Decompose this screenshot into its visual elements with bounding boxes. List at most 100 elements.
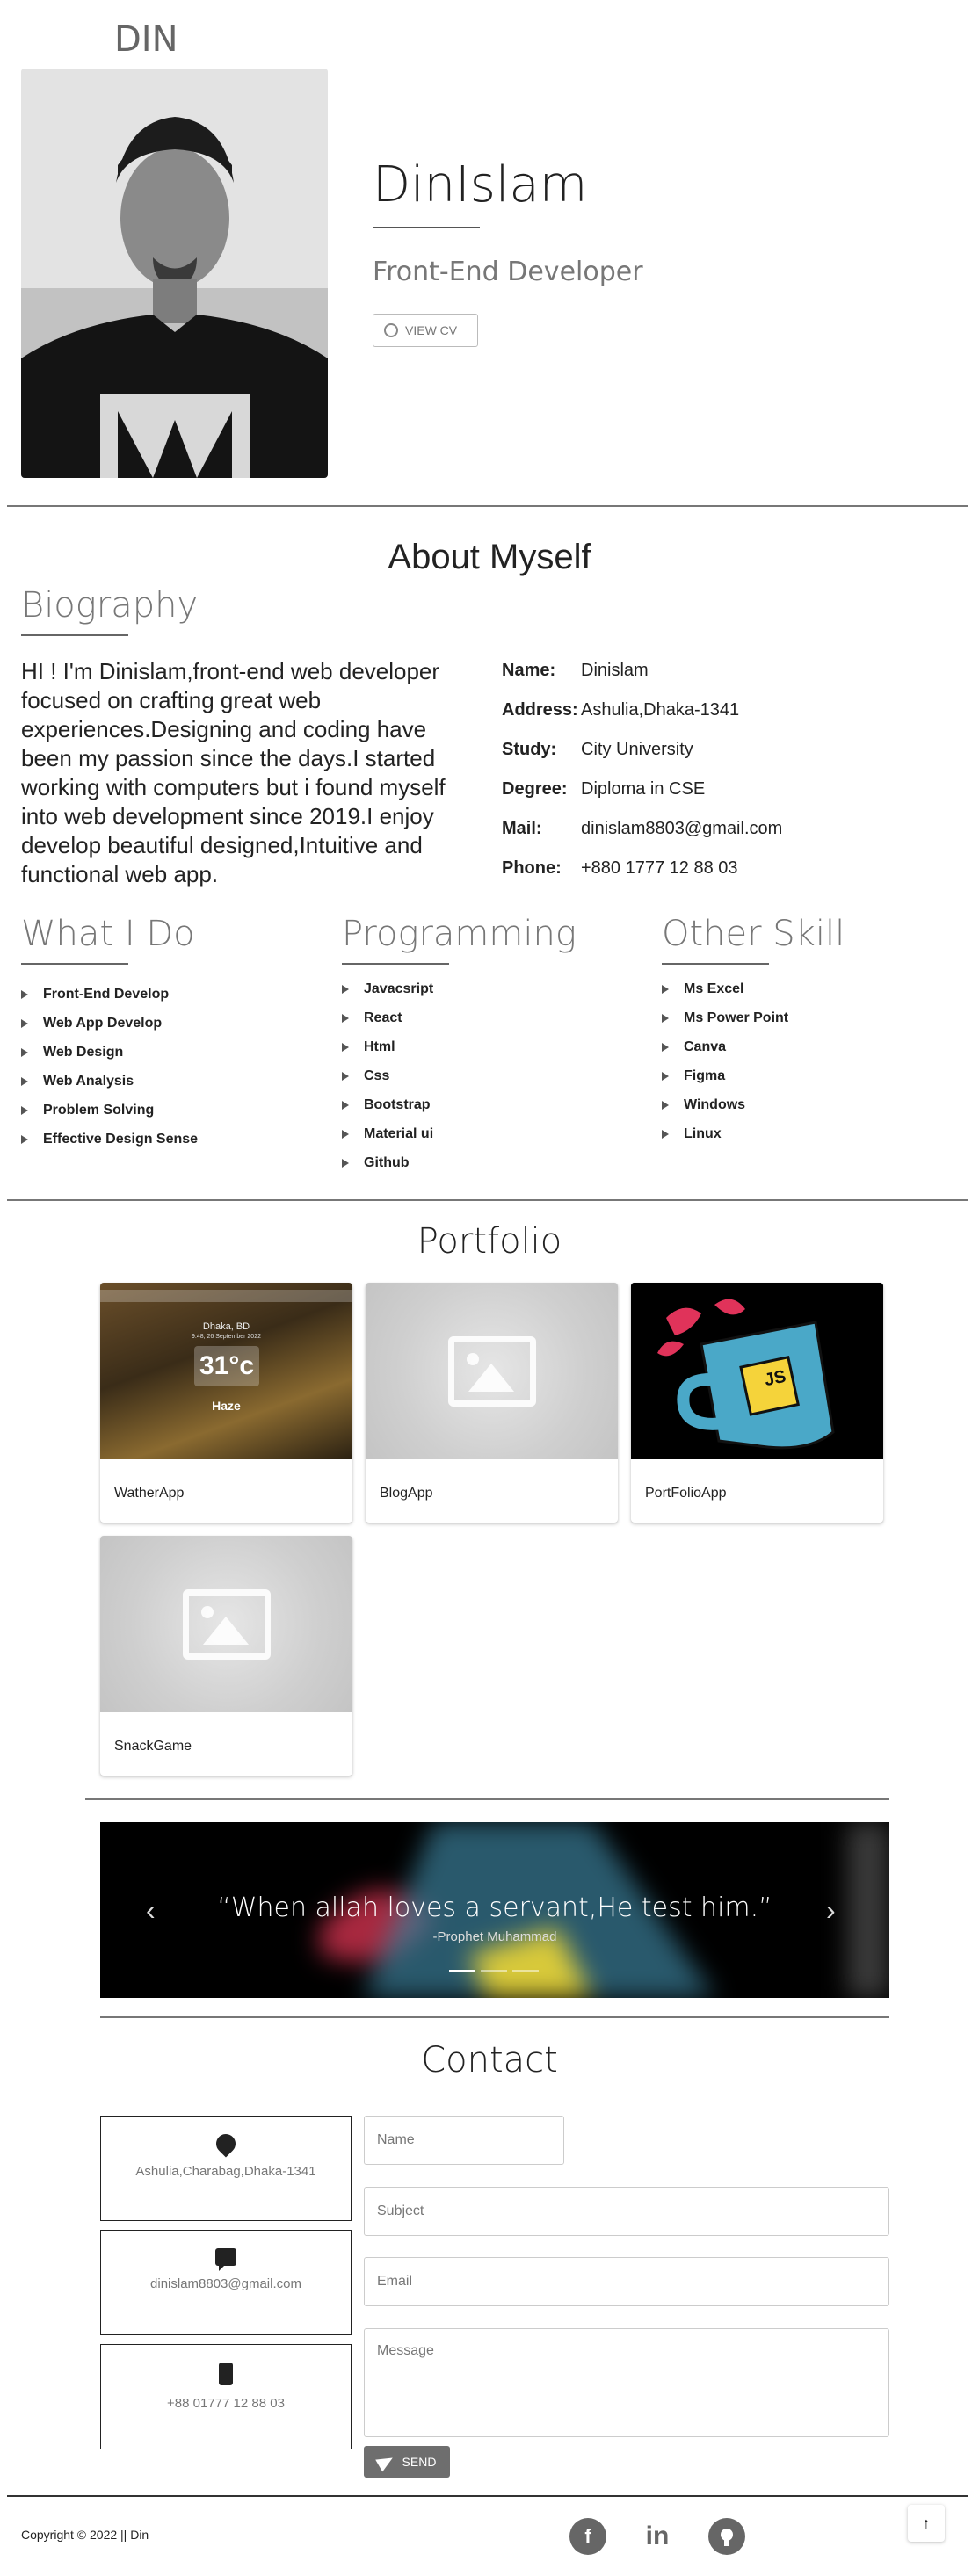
scroll-to-top-button[interactable]: ↑ [908, 2505, 945, 2542]
biography-underline [21, 634, 128, 636]
caret-right-icon [342, 1071, 349, 1081]
weather-city: Dhaka, BD [202, 1321, 250, 1332]
portfolio-card-title: BlogApp [380, 1486, 433, 1501]
portfolio-card-portfolio[interactable]: JS PortFolioApp [631, 1283, 883, 1523]
list-item: Canva [662, 1032, 961, 1061]
info-value: Dinislam [581, 661, 649, 680]
portfolio-title: Portfolio [417, 1221, 562, 1262]
page: DIN DinIslam Front-End Developer VIEW CV… [0, 0, 979, 2576]
section-divider [7, 505, 968, 507]
list-item: Web Analysis [21, 1067, 320, 1096]
quote-carousel[interactable]: ‹ › “When allah loves a servant,He test … [100, 1822, 889, 1998]
view-cv-button[interactable]: VIEW CV [373, 314, 478, 347]
portfolio-app-thumbnail: JS [631, 1283, 883, 1459]
portfolio-card-weather[interactable]: Dhaka, BD 9:48, 26 September 2022 31°c H… [100, 1283, 352, 1523]
other-skill-list: Ms Excel Ms Power Point Canva Figma Wind… [662, 974, 961, 1148]
info-label: Mail: [502, 819, 542, 838]
paper-plane-icon [374, 2451, 396, 2472]
personal-info: Name: Dinislam Address: Ashulia,Dhaka-13… [502, 661, 941, 898]
list-item-label: Css [364, 1067, 390, 1083]
caret-right-icon [21, 1076, 28, 1086]
github-icon[interactable] [708, 2518, 745, 2555]
list-item-label: Windows [684, 1096, 746, 1112]
info-value: +880 1777 12 88 03 [581, 858, 738, 878]
image-placeholder-icon [182, 1588, 271, 1660]
caret-right-icon [662, 1100, 669, 1110]
biography-text: HI ! I'm Dinislam,front-end web develope… [21, 658, 446, 887]
list-item: Bootstrap [342, 1090, 641, 1119]
list-item-label: Web App Develop [43, 1015, 163, 1031]
footer-divider [7, 2495, 968, 2497]
list-item: Html [342, 1032, 641, 1061]
subject-input[interactable] [364, 2187, 889, 2236]
info-value: dinislam8803@gmail.com [581, 819, 783, 838]
caret-right-icon [342, 1100, 349, 1110]
info-value: City University [581, 740, 693, 759]
contact-title: Contact [421, 2040, 558, 2080]
info-row-address: Address: Ashulia,Dhaka-1341 [502, 700, 941, 740]
info-row-study: Study: City University [502, 740, 941, 779]
js-mug-icon [631, 1283, 883, 1459]
weather-condition: Haze [212, 1399, 241, 1413]
list-item-label: Figma [684, 1067, 726, 1083]
what-i-do-list: Front-End Develop Web App Develop Web De… [21, 980, 320, 1154]
weather-app-thumbnail: Dhaka, BD 9:48, 26 September 2022 31°c H… [100, 1283, 352, 1459]
caret-right-icon [21, 1134, 28, 1144]
info-value: Ashulia,Dhaka-1341 [581, 700, 740, 720]
info-label: Study: [502, 740, 557, 759]
send-label: SEND [402, 2455, 437, 2469]
hero-role: Front-End Developer [373, 257, 643, 287]
message-input[interactable] [364, 2328, 889, 2437]
list-item: Ms Excel [662, 974, 961, 1003]
list-item-label: Canva [684, 1038, 727, 1054]
caret-right-icon [21, 1105, 28, 1115]
list-item-label: Javacsript [364, 980, 434, 996]
list-item: Css [342, 1061, 641, 1090]
what-i-do-underline [21, 963, 128, 965]
caret-right-icon [662, 984, 669, 994]
carousel-attribution: -Prophet Muhammad [432, 1929, 557, 1944]
section-divider [85, 1798, 889, 1800]
caret-right-icon [662, 1042, 669, 1052]
portfolio-card-title: WatherApp [114, 1486, 185, 1501]
carousel-indicator[interactable] [449, 1970, 475, 1972]
programming-underline [342, 963, 449, 965]
list-item-label: Linux [684, 1125, 722, 1141]
weather-temp: 31°c [194, 1346, 259, 1386]
profile-photo [21, 69, 328, 478]
portfolio-card-title: SnackGame [114, 1739, 192, 1754]
hero-divider [373, 227, 480, 228]
list-item-label: Web Analysis [43, 1073, 134, 1089]
carousel-indicator[interactable] [512, 1970, 539, 1972]
caret-right-icon [21, 989, 28, 999]
list-item-label: Front-End Develop [43, 986, 170, 1002]
about-title: About Myself [388, 538, 591, 576]
map-pin-icon [212, 2130, 240, 2158]
brand-logo[interactable]: DIN [114, 19, 178, 60]
contact-phone: +88 01777 12 88 03 [167, 2396, 285, 2411]
facebook-icon[interactable]: f [569, 2518, 606, 2555]
biography-title: Biography [21, 585, 199, 626]
list-item-label: Github [364, 1154, 410, 1170]
list-item-label: Bootstrap [364, 1096, 431, 1112]
caret-right-icon [21, 1047, 28, 1057]
linkedin-icon[interactable]: in [639, 2518, 676, 2555]
caret-right-icon [662, 1129, 669, 1139]
list-item: Effective Design Sense [21, 1125, 320, 1154]
list-item-label: Html [364, 1038, 395, 1054]
info-row-phone: Phone: +880 1777 12 88 03 [502, 858, 941, 898]
image-placeholder-icon [447, 1335, 536, 1407]
send-button[interactable]: SEND [364, 2446, 450, 2478]
portfolio-card-title: PortFolioApp [645, 1486, 727, 1501]
portfolio-card-snackgame[interactable]: SnackGame [100, 1536, 352, 1776]
name-input[interactable] [364, 2116, 564, 2165]
info-label: Address: [502, 700, 578, 720]
portfolio-card-blog[interactable]: BlogApp [366, 1283, 618, 1523]
carousel-indicator[interactable] [481, 1970, 507, 1972]
thumbnail-bar [100, 1290, 352, 1302]
list-item-label: Effective Design Sense [43, 1131, 199, 1147]
email-input[interactable] [364, 2257, 889, 2306]
list-item: Javacsript [342, 974, 641, 1003]
blog-app-thumbnail [366, 1283, 618, 1459]
contact-email-card: dinislam8803@gmail.com [100, 2230, 352, 2335]
